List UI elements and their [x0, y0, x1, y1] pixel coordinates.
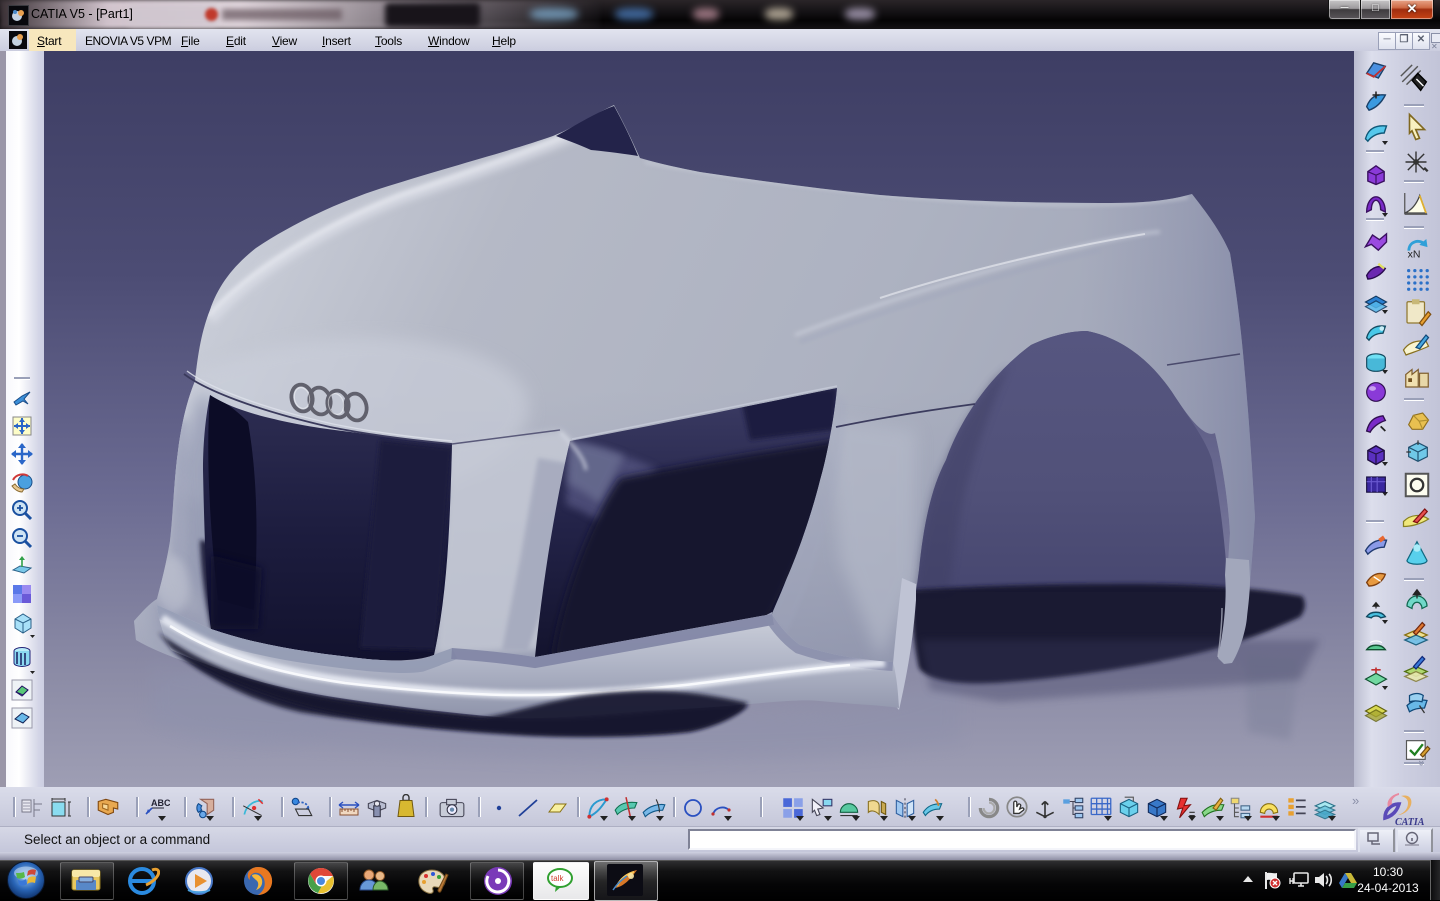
svg-text:ABC: ABC [151, 798, 170, 808]
svg-text:talk: talk [551, 874, 564, 883]
svg-text:xN: xN [1408, 249, 1421, 260]
